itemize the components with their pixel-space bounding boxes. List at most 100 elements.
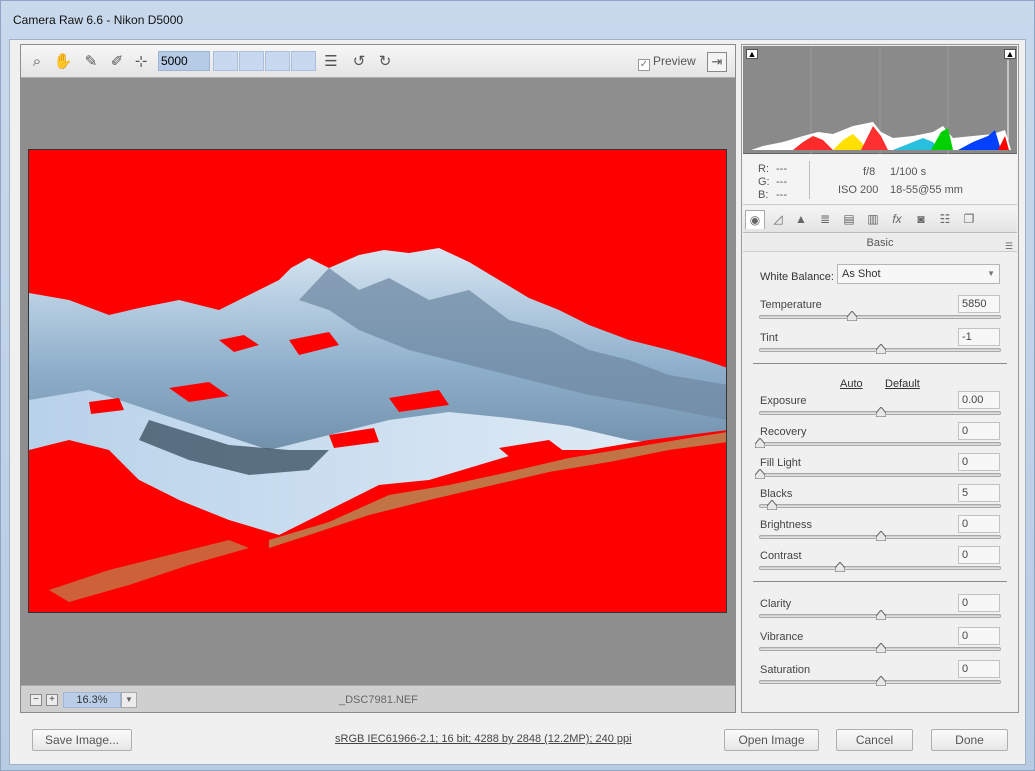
slider-track[interactable] <box>755 469 1001 479</box>
slider-value-input[interactable]: 5 <box>958 484 1000 502</box>
slider-thumb[interactable] <box>835 562 845 572</box>
section-title-text: Basic <box>866 237 894 249</box>
slider-label: Fill Light <box>760 457 801 469</box>
r-value: --- <box>776 163 787 175</box>
slider-value-input[interactable]: 0 <box>958 515 1000 533</box>
slider-track[interactable] <box>759 643 1001 653</box>
slider-value-input[interactable]: 0 <box>958 594 1000 612</box>
slider-thumb[interactable] <box>767 500 777 510</box>
slider-thumb[interactable] <box>876 643 886 653</box>
tab-tone-curve-icon[interactable]: ◿ <box>768 210 788 229</box>
tab-lens-corrections-icon[interactable]: ▥ <box>863 210 883 229</box>
tab-basic-icon[interactable]: ◉ <box>745 210 765 229</box>
slider-track[interactable] <box>759 562 1001 572</box>
aperture-value: f/8 <box>863 166 876 178</box>
b-value: --- <box>776 189 787 201</box>
rotate-right-icon[interactable]: ↻ <box>375 52 395 72</box>
g-value: --- <box>776 176 787 188</box>
slider-label: Clarity <box>760 598 792 610</box>
slider-value-input[interactable]: -1 <box>958 328 1000 346</box>
dialog-client: ⌕ ✋ ✎ ✐ ⊹ 5000 ☰ ↺ ↻ ✓ Preview ⇥ − + 16.… <box>9 39 1026 765</box>
white-balance-select[interactable]: As Shot ▼ <box>837 264 1000 284</box>
done-button[interactable]: Done <box>931 729 1008 751</box>
zoom-icon[interactable]: ⌕ <box>27 52 47 72</box>
cancel-button[interactable]: Cancel <box>836 729 913 751</box>
divider <box>753 363 1007 364</box>
target-adjustment-icon[interactable]: ⊹ <box>131 52 151 72</box>
preview-toggle[interactable]: ✓ Preview <box>638 54 696 71</box>
slider-value-input[interactable]: 5850 <box>958 295 1000 313</box>
color-sampler-icon[interactable]: ✐ <box>107 52 127 72</box>
slider-track[interactable] <box>759 311 1001 321</box>
tool-slot[interactable] <box>239 51 264 71</box>
preview-checkbox[interactable]: ✓ <box>638 59 650 71</box>
tab-effects-icon[interactable]: fx <box>887 210 907 229</box>
rotate-left-icon[interactable]: ↺ <box>349 52 369 72</box>
fullscreen-icon[interactable]: ⇥ <box>707 52 727 72</box>
image-preview[interactable] <box>28 149 727 613</box>
open-image-button[interactable]: Open Image <box>724 729 819 751</box>
zoom-out-button[interactable]: − <box>30 694 42 706</box>
slider-thumb[interactable] <box>876 610 886 620</box>
slider-track[interactable] <box>755 438 1001 448</box>
slider-thumb[interactable] <box>755 469 765 479</box>
tool-slot[interactable] <box>213 51 238 71</box>
zoom-level[interactable]: 16.3% <box>63 692 121 708</box>
slider-label: Exposure <box>760 395 807 407</box>
workflow-options-link[interactable]: sRGB IEC61966-2.1; 16 bit; 4288 by 2848 … <box>335 733 632 745</box>
slider-value-input[interactable]: 0 <box>958 660 1000 678</box>
tab-hsl-icon[interactable]: ≣ <box>815 210 835 229</box>
slider-value-input[interactable]: 0 <box>958 453 1000 471</box>
slider-track[interactable] <box>759 500 1001 510</box>
slider-track[interactable] <box>759 531 1001 541</box>
save-image-button[interactable]: Save Image... <box>32 729 132 751</box>
tab-split-toning-icon[interactable]: ▤ <box>839 210 859 229</box>
slider-track[interactable] <box>759 676 1001 686</box>
eyedropper-icon[interactable]: ✎ <box>81 52 101 72</box>
slider-track[interactable] <box>759 610 1001 620</box>
tab-detail-icon[interactable]: ▲ <box>791 210 811 229</box>
slider-track[interactable] <box>759 344 1001 354</box>
divider <box>753 581 1007 582</box>
slider-thumb[interactable] <box>876 676 886 686</box>
preview-label: Preview <box>653 54 696 68</box>
tool-slot[interactable] <box>265 51 290 71</box>
slider-label: Contrast <box>760 550 802 562</box>
slider-value-input[interactable]: 0 <box>958 627 1000 645</box>
slider-value-input[interactable]: 0 <box>958 546 1000 564</box>
hand-icon[interactable]: ✋ <box>53 52 73 72</box>
slider-value-input[interactable]: 0 <box>958 422 1000 440</box>
r-label: R: <box>758 163 769 175</box>
camera-raw-window: Camera Raw 6.6 - Nikon D5000 ⌕ ✋ ✎ ✐ ⊹ 5… <box>0 0 1035 771</box>
white-balance-tool-value[interactable]: 5000 <box>158 51 210 71</box>
slider-value-input[interactable]: 0.00 <box>958 391 1000 409</box>
panel-menu-icon[interactable]: ☰ <box>1005 237 1013 255</box>
slider-label: Recovery <box>760 426 807 438</box>
slider-track[interactable] <box>759 407 1001 417</box>
list-icon[interactable]: ☰ <box>321 52 341 72</box>
histogram-graph <box>751 46 1011 154</box>
slider-thumb[interactable] <box>876 531 886 541</box>
pixel-info: R: --- G: --- B: --- f/8 1/100 s ISO 200… <box>743 155 1017 205</box>
histogram: ▲ ▲ <box>743 46 1017 154</box>
slider-label: Temperature <box>760 299 822 311</box>
shutter-value: 1/100 s <box>890 166 927 178</box>
tab-presets-icon[interactable]: ☷ <box>935 210 955 229</box>
panel-tabs: ◉ ◿ ▲ ≣ ▤ ▥ fx ◙ ☷ ❐ <box>743 206 1017 233</box>
image-viewer: ⌕ ✋ ✎ ✐ ⊹ 5000 ☰ ↺ ↻ ✓ Preview ⇥ − + 16.… <box>20 44 736 713</box>
slider-thumb[interactable] <box>876 344 886 354</box>
default-link[interactable]: Default <box>885 378 920 390</box>
tool-slot[interactable] <box>291 51 316 71</box>
slider-thumb[interactable] <box>847 311 857 321</box>
zoom-in-button[interactable]: + <box>46 694 58 706</box>
tab-camera-calibration-icon[interactable]: ◙ <box>911 210 931 229</box>
tab-snapshots-icon[interactable]: ❐ <box>959 210 979 229</box>
zoom-dropdown-icon[interactable]: ▼ <box>121 692 137 708</box>
slider-thumb[interactable] <box>755 438 765 448</box>
section-title: Basic ☰ <box>743 234 1017 252</box>
auto-link[interactable]: Auto <box>840 378 863 390</box>
chevron-down-icon: ▼ <box>987 269 995 278</box>
slider-label: Blacks <box>760 488 793 500</box>
slider-thumb[interactable] <box>876 407 886 417</box>
g-label: G: <box>758 176 770 188</box>
